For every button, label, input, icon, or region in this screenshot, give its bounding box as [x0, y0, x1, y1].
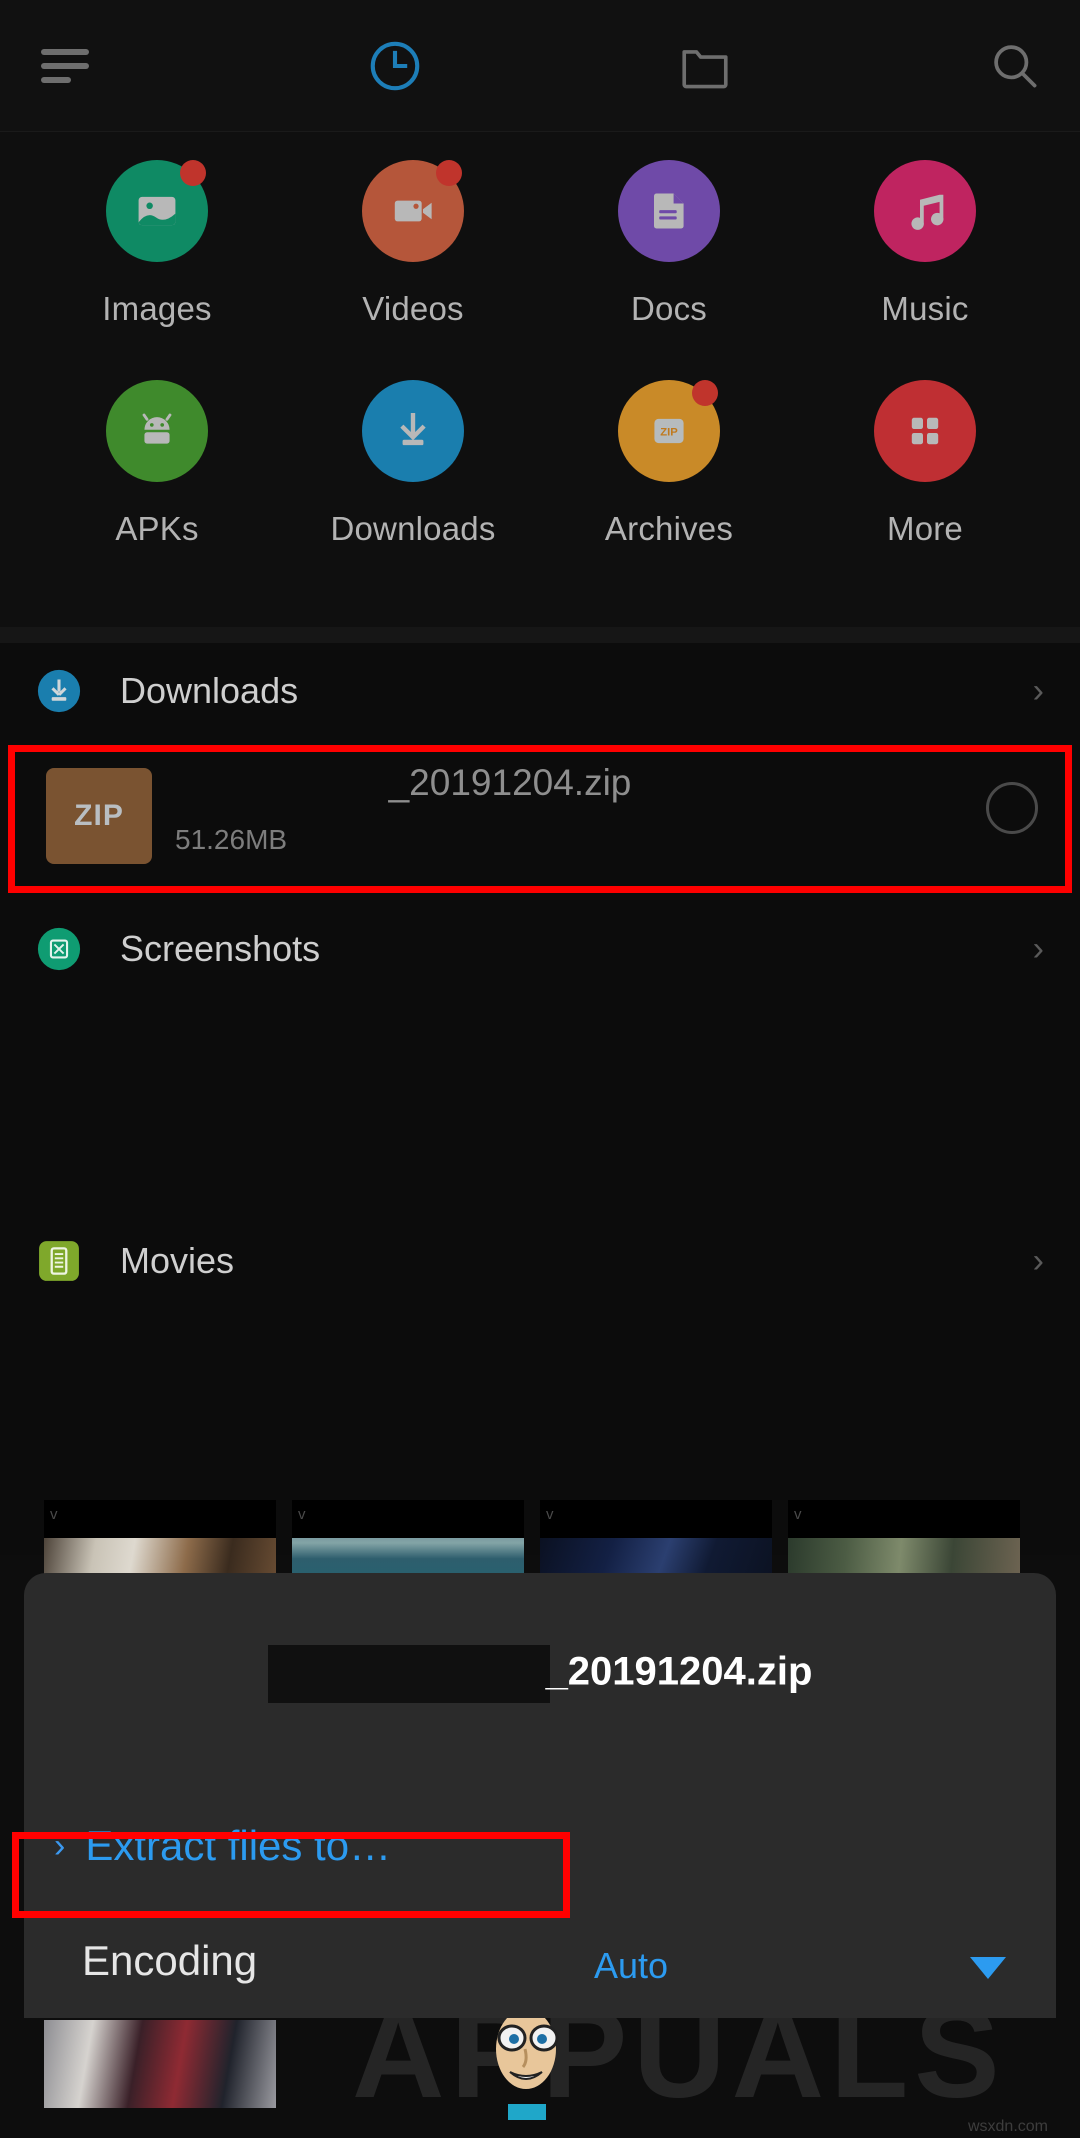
thumbnail-cap: v — [788, 1500, 1020, 1538]
category-icon-bubble — [362, 380, 464, 482]
notification-badge — [692, 380, 718, 406]
category-icon-bubble — [874, 380, 976, 482]
category-grid: Images Videos Docs Music APKs Downloads … — [0, 132, 1080, 627]
music-icon — [911, 194, 944, 230]
svg-text:ZIP: ZIP — [660, 426, 678, 438]
thumbnail-badge: v — [298, 1506, 306, 1523]
category-icon-bubble — [106, 160, 208, 262]
encoding-label: Encoding — [82, 1937, 258, 1984]
zip-thumbnail-label: ZIP — [74, 799, 124, 832]
chevron-right-icon: › — [1032, 1242, 1044, 1280]
app-screen: Images Videos Docs Music APKs Downloads … — [0, 0, 1080, 2138]
dropdown-caret-icon[interactable] — [970, 1957, 1006, 1979]
section-divider — [0, 627, 1080, 643]
chevron-right-icon: › — [1032, 930, 1044, 968]
category-icon-bubble: ZIP — [618, 380, 720, 482]
category-videos[interactable]: Videos — [278, 152, 548, 372]
category-label: Music — [881, 290, 969, 327]
video-icon — [394, 200, 432, 222]
thumbnail-badge: v — [546, 1506, 554, 1523]
section-title: Movies — [120, 1240, 235, 1281]
thumbnail-cap: v — [292, 1500, 524, 1538]
menu-button[interactable] — [0, 0, 130, 132]
category-label: More — [887, 510, 963, 547]
clock-icon — [370, 41, 420, 91]
thumbnail-badge: v — [50, 1506, 58, 1523]
thumbnail-cap: v — [540, 1500, 772, 1538]
category-icon-bubble — [106, 380, 208, 482]
hamburger-menu-icon — [41, 49, 89, 83]
category-label: Videos — [362, 290, 464, 327]
category-icon-bubble — [874, 160, 976, 262]
zip-icon: ZIP — [654, 418, 684, 444]
section-header-screenshots[interactable]: Screenshots › — [0, 901, 1080, 997]
chevron-right-icon: › — [1032, 672, 1044, 710]
category-downloads[interactable]: Downloads — [278, 372, 548, 592]
grid-icon — [911, 417, 939, 445]
category-label: Downloads — [330, 510, 496, 547]
archive-options-sheet: _20191204.zip › Extract files to… Encodi… — [24, 1573, 1056, 2018]
category-apks[interactable]: APKs — [22, 372, 292, 592]
encoding-value[interactable]: Auto — [594, 1945, 668, 1987]
category-label: Images — [102, 290, 212, 327]
search-button[interactable] — [950, 0, 1080, 132]
document-icon — [654, 193, 684, 229]
section-title: Downloads — [120, 670, 299, 711]
category-label: Archives — [604, 510, 734, 547]
thumbnail-badge: v — [794, 1506, 802, 1523]
chevron-right-icon: › — [54, 1827, 66, 1865]
section-title: Screenshots — [120, 928, 321, 969]
android-icon — [142, 413, 172, 444]
top-app-bar — [0, 0, 1080, 132]
file-list-item[interactable]: ZIP _20191204.zip 51.26MB — [0, 744, 1080, 880]
category-music[interactable]: Music — [790, 152, 1060, 372]
extract-files-to-label: Extract files to… — [85, 1822, 392, 1869]
file-size: 51.26MB — [175, 824, 288, 855]
thumbnail-cap: v — [44, 1500, 276, 1538]
download-icon — [36, 668, 82, 714]
sheet-file-name: _20191204.zip — [24, 1645, 1056, 1703]
search-icon — [994, 45, 1037, 88]
file-name: _20191204.zip — [388, 762, 632, 803]
category-more[interactable]: More — [790, 372, 1060, 592]
sheet-file-name-text: _20191204.zip — [545, 1649, 813, 1694]
folder-icon — [682, 50, 728, 89]
download-icon — [400, 412, 426, 446]
notification-badge — [180, 160, 206, 186]
section-header-movies[interactable]: Movies › — [0, 1213, 1080, 1309]
movie-thumbnail-partial[interactable] — [44, 2020, 276, 2108]
image-icon — [138, 196, 176, 226]
screenshot-icon — [36, 926, 82, 972]
watermark-site: wsxdn.com — [967, 2118, 1048, 2135]
extract-files-to-button[interactable]: › Extract files to… — [24, 1803, 624, 1889]
file-list: Downloads › ZIP _20191204.zip 51.26MB Sc… — [0, 643, 1080, 1555]
section-header-downloads[interactable]: Downloads › — [0, 643, 1080, 739]
category-label: Docs — [631, 290, 707, 327]
category-row-2: APKs Downloads ZIP Archives More — [0, 372, 1080, 592]
file-select-checkbox[interactable] — [986, 782, 1038, 834]
category-archives[interactable]: ZIP Archives — [534, 372, 804, 592]
category-label: APKs — [115, 510, 199, 547]
redaction-block — [267, 1645, 550, 1703]
category-docs[interactable]: Docs — [534, 152, 804, 372]
tab-folders[interactable] — [620, 0, 790, 132]
notification-badge — [436, 160, 462, 186]
movies-icon — [36, 1238, 82, 1284]
category-icon-bubble — [618, 160, 720, 262]
tab-recent[interactable] — [310, 0, 480, 132]
category-icon-bubble — [362, 160, 464, 262]
category-row-1: Images Videos Docs Music — [0, 152, 1080, 372]
encoding-row[interactable]: Encoding Auto — [24, 1923, 1056, 2013]
category-images[interactable]: Images — [22, 152, 292, 372]
